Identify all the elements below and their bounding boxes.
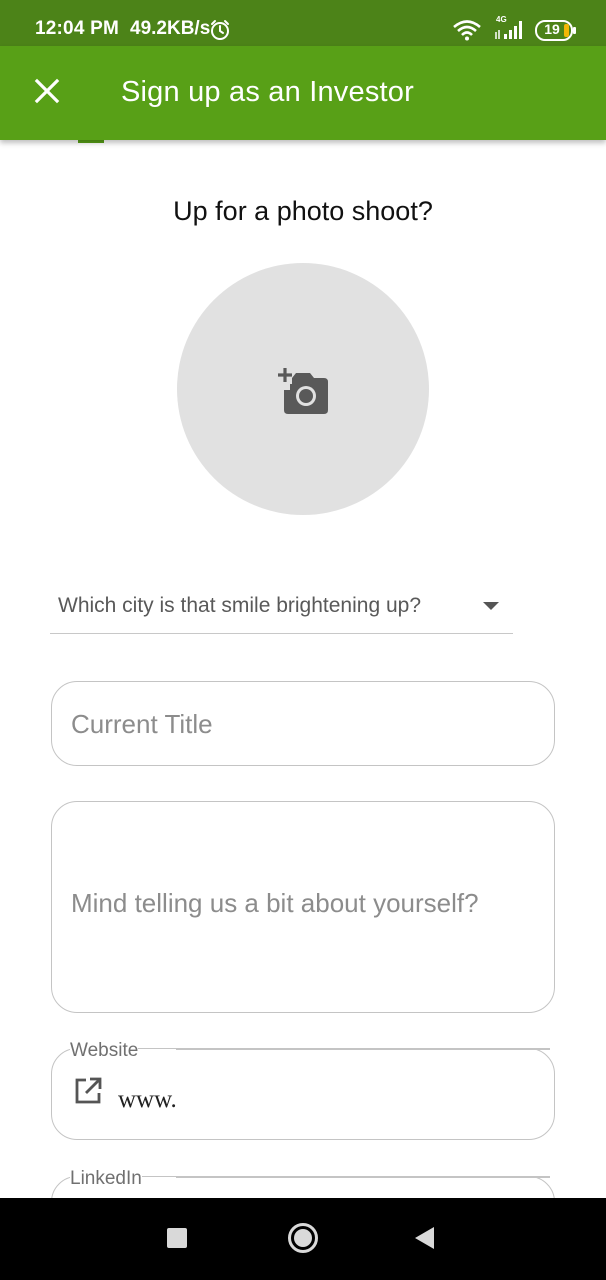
triangle-back-icon	[415, 1227, 434, 1249]
page-title: Sign up as an Investor	[121, 76, 414, 108]
cell-signal-icon	[495, 21, 522, 39]
scroll-indicator	[78, 140, 104, 143]
about-field[interactable]	[51, 801, 555, 1013]
close-button[interactable]	[24, 68, 70, 114]
about-input[interactable]	[71, 888, 541, 928]
linkedin-label: LinkedIn	[70, 1168, 142, 1190]
photo-heading: Up for a photo shoot?	[173, 196, 433, 226]
recents-button[interactable]	[157, 1218, 197, 1258]
home-button[interactable]	[283, 1218, 323, 1258]
open-in-new-icon	[75, 1077, 102, 1104]
system-nav-bar	[0, 1198, 606, 1280]
current-title-field[interactable]	[51, 681, 555, 766]
profile-photo-picker[interactable]	[177, 263, 429, 515]
add-a-photo-icon	[278, 367, 328, 414]
website-label-divider	[176, 1048, 550, 1050]
website-label: Website	[70, 1040, 139, 1062]
city-dropdown-placeholder: Which city is that smile brightening up?	[58, 594, 421, 617]
back-button[interactable]	[405, 1218, 445, 1258]
linkedin-label-divider	[176, 1176, 550, 1178]
alarm-icon	[211, 20, 229, 40]
status-network-speed: 49.2KB/s	[130, 18, 211, 39]
status-time: 12:04 PM	[35, 18, 119, 39]
battery-level: 19	[544, 21, 560, 37]
circle-icon	[288, 1223, 318, 1253]
website-input[interactable]	[118, 1083, 538, 1117]
dropdown-caret-icon	[483, 602, 499, 610]
current-title-input[interactable]	[71, 706, 531, 742]
city-dropdown[interactable]: Which city is that smile brightening up?	[50, 580, 513, 634]
status-bar: 12:04 PM 49.2KB/s 4G 19	[0, 0, 606, 46]
close-icon	[34, 78, 60, 104]
square-icon	[167, 1228, 187, 1248]
wifi-icon	[453, 20, 481, 41]
app-bar: Sign up as an Investor	[0, 46, 606, 140]
